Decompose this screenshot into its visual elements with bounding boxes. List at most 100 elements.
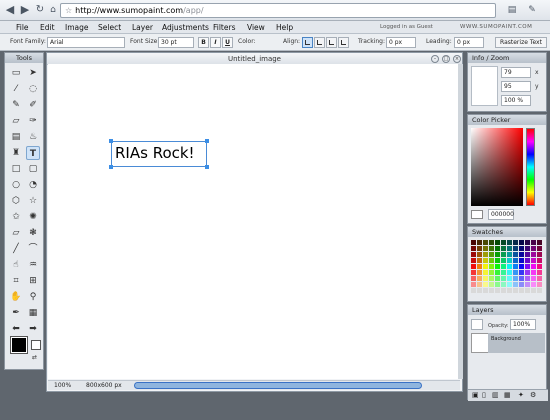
color-swatch[interactable] (537, 252, 542, 257)
swap-colors-icon[interactable]: ⇄ (32, 354, 37, 361)
layer-settings-icon[interactable]: ⚙ (530, 391, 536, 399)
color-swatch[interactable] (507, 264, 512, 269)
color-swatch[interactable] (501, 252, 506, 257)
paint-bucket-icon[interactable]: ♨ (26, 130, 40, 144)
color-swatch[interactable] (495, 264, 500, 269)
arrow-right-icon[interactable]: ➡ (26, 322, 40, 336)
color-swatch[interactable] (519, 240, 524, 245)
color-swatch[interactable] (537, 276, 542, 281)
color-swatch[interactable] (495, 258, 500, 263)
home-icon[interactable]: ⌂ (46, 3, 60, 17)
resize-handle-tl[interactable] (109, 139, 113, 143)
color-swatch[interactable] (519, 264, 524, 269)
line-icon[interactable]: ╱ (9, 242, 23, 256)
color-swatch[interactable] (501, 246, 506, 251)
lasso-icon[interactable]: ◌ (26, 82, 40, 96)
color-swatch[interactable] (471, 270, 476, 275)
brush-icon[interactable]: ✐ (26, 98, 40, 112)
color-swatch[interactable] (477, 276, 482, 281)
color-swatch[interactable] (519, 282, 524, 287)
color-swatch[interactable] (489, 258, 494, 263)
blend-mode-dropdown[interactable] (471, 319, 483, 330)
color-swatch[interactable] (525, 252, 530, 257)
page-menu-icon[interactable]: ▤ (505, 3, 519, 17)
underline-button[interactable]: U (222, 37, 233, 48)
minimize-icon[interactable]: – (431, 55, 439, 63)
layer-thumbnail[interactable] (471, 333, 489, 353)
background-color-swatch[interactable] (31, 340, 41, 350)
color-swatch[interactable] (531, 258, 536, 263)
custom-shape-icon[interactable]: ◔ (26, 178, 40, 192)
layer-row[interactable]: Background (488, 333, 545, 353)
wrench-icon[interactable]: ✎ (525, 3, 539, 17)
color-swatch[interactable] (513, 276, 518, 281)
font-family-field[interactable]: Arial (47, 37, 125, 48)
opacity-field[interactable]: 100% (510, 319, 536, 330)
color-swatch[interactable] (519, 288, 524, 293)
color-swatch[interactable] (519, 246, 524, 251)
forward-arrow-icon[interactable]: ▶ (18, 3, 32, 17)
color-swatch[interactable] (489, 276, 494, 281)
hand-icon[interactable]: ✋ (9, 290, 23, 304)
color-swatch[interactable] (495, 282, 500, 287)
color-swatch[interactable] (489, 240, 494, 245)
blur-icon[interactable]: ♒ (26, 258, 40, 272)
color-swatch[interactable] (483, 276, 488, 281)
color-swatch[interactable] (525, 264, 530, 269)
color-swatch[interactable] (483, 282, 488, 287)
color-swatch[interactable] (477, 246, 482, 251)
gradient-icon[interactable]: ▤ (9, 130, 23, 144)
color-swatch[interactable] (507, 240, 512, 245)
eraser-icon[interactable]: ▱ (9, 114, 23, 128)
color-swatch[interactable] (531, 246, 536, 251)
color-swatch[interactable] (495, 288, 500, 293)
menu-help[interactable]: Help (276, 22, 293, 33)
color-swatch[interactable] (531, 240, 536, 245)
rounded-rect-icon[interactable]: ▢ (26, 162, 40, 176)
zoom-field[interactable]: 100 % (501, 95, 531, 106)
color-swatch[interactable] (537, 288, 542, 293)
leading-field[interactable]: 0 px (454, 37, 484, 48)
color-swatch[interactable] (525, 240, 530, 245)
color-swatch[interactable] (513, 282, 518, 287)
color-swatch[interactable] (531, 252, 536, 257)
color-swatch[interactable] (489, 252, 494, 257)
color-swatch[interactable] (507, 288, 512, 293)
folder-icon[interactable]: ▦ (504, 391, 511, 399)
color-swatch[interactable] (513, 246, 518, 251)
color-swatch[interactable] (513, 288, 518, 293)
color-swatch[interactable] (525, 258, 530, 263)
color-swatch[interactable] (525, 288, 530, 293)
color-swatch[interactable] (513, 252, 518, 257)
align-center-button[interactable] (314, 37, 325, 48)
color-swatch[interactable] (477, 240, 482, 245)
zoom-icon[interactable]: ⚲ (26, 290, 40, 304)
color-swatch[interactable] (495, 246, 500, 251)
color-swatch[interactable] (483, 258, 488, 263)
color-swatch[interactable] (537, 282, 542, 287)
color-swatch[interactable] (525, 276, 530, 281)
color-swatch[interactable] (489, 264, 494, 269)
color-swatch[interactable] (537, 240, 542, 245)
color-swatch[interactable] (501, 270, 506, 275)
foreground-color-swatch[interactable] (10, 336, 28, 354)
color-swatch[interactable] (489, 270, 494, 275)
align-justify-button[interactable] (338, 37, 349, 48)
menu-layer[interactable]: Layer (132, 22, 153, 33)
new-layer-icon[interactable]: ▣ (472, 391, 479, 399)
color-swatch[interactable] (489, 282, 494, 287)
crop-icon[interactable]: ⌗ (9, 274, 23, 288)
pencil-icon[interactable]: ✎ (9, 98, 23, 112)
airbrush-icon[interactable]: ✑ (26, 114, 40, 128)
color-swatch[interactable] (501, 240, 506, 245)
color-swatch[interactable] (531, 282, 536, 287)
color-swatch[interactable] (483, 240, 488, 245)
menu-filters[interactable]: Filters (213, 22, 235, 33)
color-swatch[interactable] (471, 288, 476, 293)
color-swatch[interactable] (477, 264, 482, 269)
image-canvas[interactable] (48, 64, 458, 379)
italic-button[interactable]: I (210, 37, 221, 48)
reload-icon[interactable]: ↻ (33, 3, 47, 17)
marquee-icon[interactable]: ▭ (9, 66, 23, 80)
menu-image[interactable]: Image (65, 22, 89, 33)
